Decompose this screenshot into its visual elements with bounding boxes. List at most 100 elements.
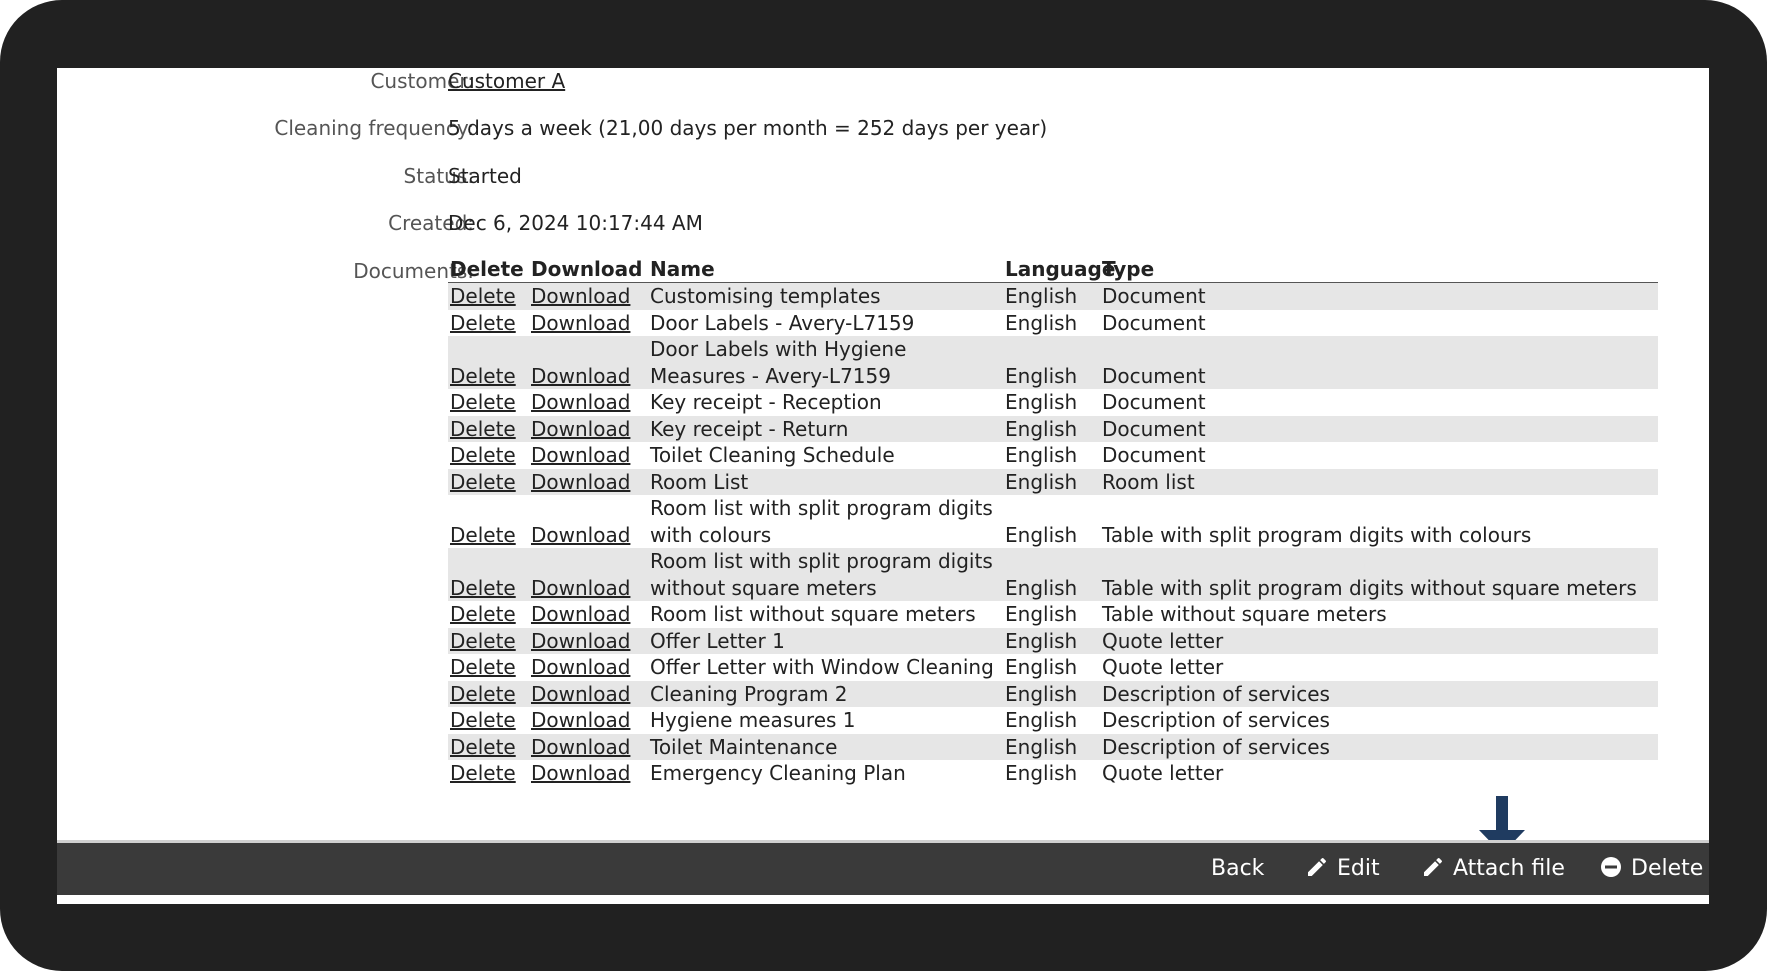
download-document-link[interactable]: Download bbox=[531, 735, 630, 759]
delete-cell: Delete bbox=[448, 707, 529, 734]
download-cell: Download bbox=[529, 627, 648, 654]
document-language: English bbox=[1005, 602, 1078, 626]
download-document-link[interactable]: Download bbox=[531, 761, 630, 785]
table-row: Delete Download Offer Letter with Window C… bbox=[448, 654, 1658, 681]
documents-table-body: Delete Download Customising templates Engli… bbox=[448, 282, 1658, 787]
document-name: Cleaning Program 2 bbox=[648, 680, 1003, 707]
delete-document-link[interactable]: Delete bbox=[450, 735, 516, 759]
table-row: Delete Download Toilet Cleaning Schedule En… bbox=[448, 442, 1658, 469]
delete-document-link[interactable]: Delete bbox=[450, 390, 516, 414]
table-row: Delete Download Toilet Maintenance English D… bbox=[448, 733, 1658, 760]
table-row: Delete Download Room list without square m… bbox=[448, 601, 1658, 628]
field-customer: Customer: Customer A bbox=[57, 68, 1709, 100]
delete-document-link[interactable]: Delete bbox=[450, 284, 516, 308]
table-row: Delete Download Room List English Room list bbox=[448, 468, 1658, 495]
document-type: Description of services bbox=[1102, 708, 1330, 732]
document-name: Room list with split program digits with… bbox=[648, 548, 1003, 601]
delete-cell: Delete bbox=[448, 733, 529, 760]
download-document-link[interactable]: Download bbox=[531, 417, 630, 441]
download-document-link[interactable]: Download bbox=[531, 311, 630, 335]
download-cell: Download bbox=[529, 680, 648, 707]
delete-document-link[interactable]: Delete bbox=[450, 576, 516, 600]
document-name: Toilet Maintenance bbox=[648, 733, 1003, 760]
delete-document-link[interactable]: Delete bbox=[450, 602, 516, 626]
document-language: English bbox=[1005, 708, 1078, 732]
delete-document-link[interactable]: Delete bbox=[450, 470, 516, 494]
download-document-link[interactable]: Download bbox=[531, 629, 630, 653]
download-cell: Download bbox=[529, 389, 648, 416]
delete-document-link[interactable]: Delete bbox=[450, 311, 516, 335]
delete-button[interactable]: Delete bbox=[1599, 843, 1703, 895]
document-language: English bbox=[1005, 522, 1078, 547]
delete-document-link[interactable]: Delete bbox=[450, 682, 516, 706]
delete-cell: Delete bbox=[448, 654, 529, 681]
field-created: Created: Dec 6, 2024 10:17:44 AM bbox=[57, 210, 1709, 242]
back-button-label: Back bbox=[1211, 856, 1265, 881]
column-header-name: Name bbox=[648, 256, 1003, 283]
document-language: English bbox=[1003, 627, 1100, 654]
download-document-link[interactable]: Download bbox=[531, 443, 630, 467]
document-name: Key receipt - Reception bbox=[650, 390, 882, 414]
download-document-link[interactable]: Download bbox=[531, 682, 630, 706]
document-type: Table with split program digits with col… bbox=[1102, 522, 1532, 547]
document-name: Customising templates bbox=[648, 282, 1003, 310]
table-row: Delete Download Room list with split progr… bbox=[448, 548, 1658, 601]
download-cell: Download bbox=[529, 468, 648, 495]
download-document-link[interactable]: Download bbox=[531, 602, 630, 626]
document-type: Document bbox=[1102, 310, 1206, 335]
back-button[interactable]: Back bbox=[1211, 843, 1264, 895]
created-value: Dec 6, 2024 10:17:44 AM bbox=[448, 211, 703, 235]
table-row: Delete Download Hygiene measures 1 English D… bbox=[448, 707, 1658, 734]
table-row: Delete Download Key receipt - Reception Eng… bbox=[448, 389, 1658, 416]
pencil-icon bbox=[1308, 857, 1327, 876]
table-row: Delete Download Room list with split progr… bbox=[448, 495, 1658, 548]
delete-document-link[interactable]: Delete bbox=[450, 443, 516, 467]
document-name: Offer Letter with Window Cleaning bbox=[650, 655, 994, 679]
document-name: Hygiene measures 1 bbox=[650, 708, 856, 732]
delete-document-link[interactable]: Delete bbox=[450, 708, 516, 732]
download-document-link[interactable]: Download bbox=[531, 576, 630, 600]
download-document-link[interactable]: Download bbox=[531, 390, 630, 414]
download-cell: Download bbox=[529, 707, 648, 734]
download-document-link[interactable]: Download bbox=[531, 364, 630, 388]
delete-document-link[interactable]: Delete bbox=[450, 364, 516, 388]
table-row: Delete Download Door Labels with Hygiene M… bbox=[448, 336, 1658, 389]
download-cell: Download bbox=[529, 548, 648, 601]
download-cell: Download bbox=[529, 336, 648, 389]
delete-document-link[interactable]: Delete bbox=[450, 655, 516, 679]
document-type: Document bbox=[1102, 443, 1206, 467]
document-language: English bbox=[1003, 680, 1100, 707]
download-document-link[interactable]: Download bbox=[531, 708, 630, 732]
minus-circle-icon bbox=[1601, 857, 1621, 877]
table-row: Delete Download Key receipt - Return Englis… bbox=[448, 415, 1658, 442]
delete-document-link[interactable]: Delete bbox=[450, 523, 516, 547]
download-cell: Download bbox=[529, 654, 648, 681]
attach-file-button[interactable]: Attach file bbox=[1421, 843, 1565, 895]
document-name: Room list with split program digits with… bbox=[650, 496, 993, 547]
download-cell: Download bbox=[529, 495, 648, 548]
download-document-link[interactable]: Download bbox=[531, 523, 630, 547]
document-name: Offer Letter 1 bbox=[648, 627, 1003, 654]
column-header-delete: Delete bbox=[448, 256, 529, 283]
delete-cell: Delete bbox=[448, 627, 529, 654]
attach-file-button-label: Attach file bbox=[1453, 856, 1565, 881]
table-row: Delete Download Emergency Cleaning Plan Eng… bbox=[448, 760, 1658, 787]
download-document-link[interactable]: Download bbox=[531, 470, 630, 494]
delete-document-link[interactable]: Delete bbox=[450, 629, 516, 653]
document-type: Description of services bbox=[1100, 680, 1658, 707]
delete-document-link[interactable]: Delete bbox=[450, 417, 516, 441]
download-document-link[interactable]: Download bbox=[531, 655, 630, 679]
delete-document-link[interactable]: Delete bbox=[450, 761, 516, 785]
delete-cell: Delete bbox=[448, 601, 529, 628]
document-name: Door Labels with Hygiene Measures - Aver… bbox=[648, 336, 1003, 389]
document-language: English bbox=[1003, 282, 1100, 310]
edit-button[interactable]: Edit bbox=[1305, 843, 1380, 895]
document-name: Emergency Cleaning Plan bbox=[650, 761, 906, 785]
document-language: English bbox=[1005, 655, 1078, 679]
customer-link[interactable]: Customer A bbox=[448, 69, 565, 93]
document-type: Table with split program digits without … bbox=[1100, 548, 1658, 601]
document-type: Quote letter bbox=[1102, 761, 1224, 785]
pencil-icon bbox=[1424, 857, 1443, 876]
document-name: Room List bbox=[648, 468, 1003, 495]
download-document-link[interactable]: Download bbox=[531, 284, 630, 308]
